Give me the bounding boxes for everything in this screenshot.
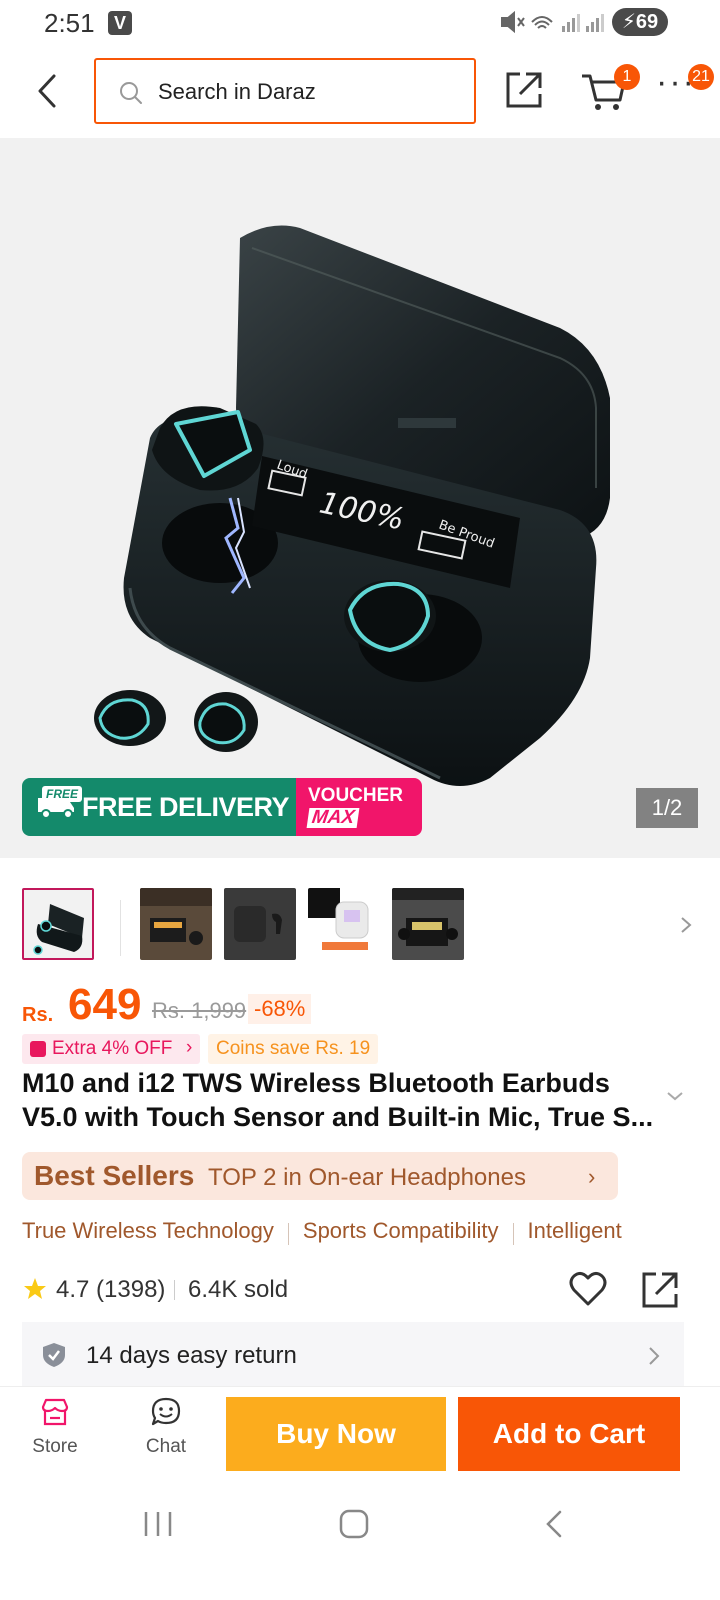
- thumbnail-image: [224, 888, 296, 960]
- status-bar: 2:51 V ⚡69: [0, 0, 720, 46]
- thumbnail-image: [24, 890, 92, 958]
- free-delivery-voucher-banner: FREE FREE DELIVERY VOUCHER MAX: [22, 778, 422, 836]
- chat-button[interactable]: Chat: [131, 1397, 201, 1458]
- thumbnail-image: [308, 888, 380, 960]
- store-icon: [41, 1398, 69, 1426]
- share-icon: [506, 72, 542, 108]
- free-tag: FREE: [42, 786, 83, 802]
- coins-text: Coins save Rs. 19: [216, 1038, 371, 1059]
- free-delivery-badge: FREE FREE DELIVERY: [22, 778, 296, 836]
- battery-level: 69: [635, 11, 659, 33]
- top-bar: Search in Daraz 1 ··· 21: [0, 46, 720, 138]
- thumbnail-1[interactable]: [22, 888, 94, 960]
- thumbnail-4[interactable]: [308, 888, 380, 960]
- thumbnail-divider: [120, 900, 121, 956]
- battery-indicator: ⚡69: [612, 8, 668, 36]
- best-sellers-banner[interactable]: Best Sellers TOP 2 in On-ear Headphones …: [22, 1152, 618, 1200]
- thumbnail-strip: [0, 858, 720, 968]
- rating-row: 4.7 (1398) 6.4K sold: [22, 1268, 702, 1314]
- coins-chip[interactable]: Coins save Rs. 19: [208, 1034, 379, 1064]
- share-icon[interactable]: [640, 1270, 680, 1310]
- chevron-right-icon[interactable]: [676, 910, 696, 940]
- product-title: M10 and i12 TWS Wireless Bluetooth Earbu…: [22, 1068, 654, 1132]
- best-sellers-logo: Best Sellers: [34, 1160, 195, 1191]
- return-policy-text: 14 days easy return: [86, 1342, 297, 1369]
- easy-return-row[interactable]: 14 days easy return: [22, 1322, 684, 1386]
- more-badge: 21: [688, 64, 714, 90]
- extra-off-text: Extra 4% OFF: [52, 1038, 173, 1059]
- image-counter: 1/2: [636, 788, 698, 828]
- current-price: 649: [68, 980, 142, 1029]
- sold-count: 6.4K sold: [188, 1276, 289, 1303]
- product-image: 100% Loud Be Proud: [94, 225, 610, 786]
- thumbnail-5[interactable]: [392, 888, 464, 960]
- system-back-icon[interactable]: [542, 1508, 566, 1540]
- buy-now-button[interactable]: Buy Now: [226, 1397, 446, 1471]
- wishlist-heart-icon[interactable]: [568, 1270, 608, 1308]
- max-text: MAX: [306, 807, 360, 828]
- feature-tag[interactable]: Sports Compatibility: [303, 1218, 499, 1244]
- search-input[interactable]: Search in Daraz: [94, 58, 476, 124]
- star-icon: [24, 1278, 46, 1299]
- original-price: Rs. 1,999: [152, 998, 247, 1023]
- tag-divider: [512, 1222, 514, 1245]
- back-arrow-icon: [38, 74, 56, 108]
- status-time: 2:51: [44, 8, 95, 38]
- bottom-action-bar: Store Chat Buy Now Add to Cart: [0, 1386, 720, 1482]
- feature-tags: True Wireless Technology Sports Compatibi…: [22, 1218, 702, 1254]
- thumbnail-image: [392, 888, 464, 960]
- chevron-right-icon: [649, 1347, 660, 1365]
- chevron-right-icon: ›: [186, 1037, 193, 1058]
- price-currency: Rs.: [22, 1004, 54, 1026]
- coupon-icon: [30, 1041, 46, 1057]
- home-icon[interactable]: [338, 1508, 370, 1540]
- recent-apps-icon[interactable]: [142, 1510, 174, 1538]
- rating-score[interactable]: 4.7 (1398): [56, 1276, 165, 1304]
- thumbnail-2[interactable]: [140, 888, 212, 960]
- add-to-cart-button[interactable]: Add to Cart: [458, 1397, 680, 1471]
- app-notification-icon: V: [108, 11, 132, 35]
- search-icon: [120, 82, 142, 104]
- chevron-right-icon: ›: [588, 1164, 596, 1189]
- rating-count: (1398): [96, 1276, 166, 1303]
- voucher-text: VOUCHER: [308, 785, 404, 806]
- store-button[interactable]: Store: [20, 1397, 90, 1458]
- shield-check-icon: [43, 1343, 65, 1367]
- thumbnail-3[interactable]: [224, 888, 296, 960]
- price-section: Rs. 649 Rs. 1,999 -68%: [22, 968, 702, 1034]
- extra-off-chip[interactable]: Extra 4% OFF ›: [22, 1034, 201, 1064]
- best-sellers-rank: TOP 2 in On-ear Headphones: [208, 1164, 526, 1191]
- feature-tag[interactable]: Intelligent: [528, 1218, 622, 1244]
- discount-badge: -68%: [248, 994, 312, 1024]
- rating-value: 4.7: [56, 1276, 90, 1303]
- chat-label: Chat: [145, 1436, 187, 1457]
- chevron-down-icon[interactable]: [666, 1090, 684, 1102]
- rating-divider: [174, 1280, 175, 1300]
- system-navigation-bar: [0, 1482, 720, 1600]
- battery-icon: ⚡: [621, 11, 636, 33]
- back-button[interactable]: [28, 68, 68, 114]
- chat-icon: [151, 1397, 181, 1426]
- signal-icons: [500, 10, 606, 40]
- voucher-max-badge: VOUCHER MAX: [296, 778, 422, 836]
- cart-badge: 1: [614, 64, 640, 90]
- search-placeholder: Search in Daraz: [158, 79, 316, 104]
- tag-divider: [287, 1222, 289, 1245]
- feature-tag[interactable]: True Wireless Technology: [22, 1218, 274, 1244]
- product-image-gallery[interactable]: 100% Loud Be Proud FREE FREE DELIVERY VO…: [0, 138, 720, 858]
- store-label: Store: [32, 1436, 78, 1457]
- thumbnail-image: [140, 888, 212, 960]
- free-delivery-text: FREE DELIVERY: [82, 791, 290, 822]
- share-button[interactable]: [504, 70, 544, 110]
